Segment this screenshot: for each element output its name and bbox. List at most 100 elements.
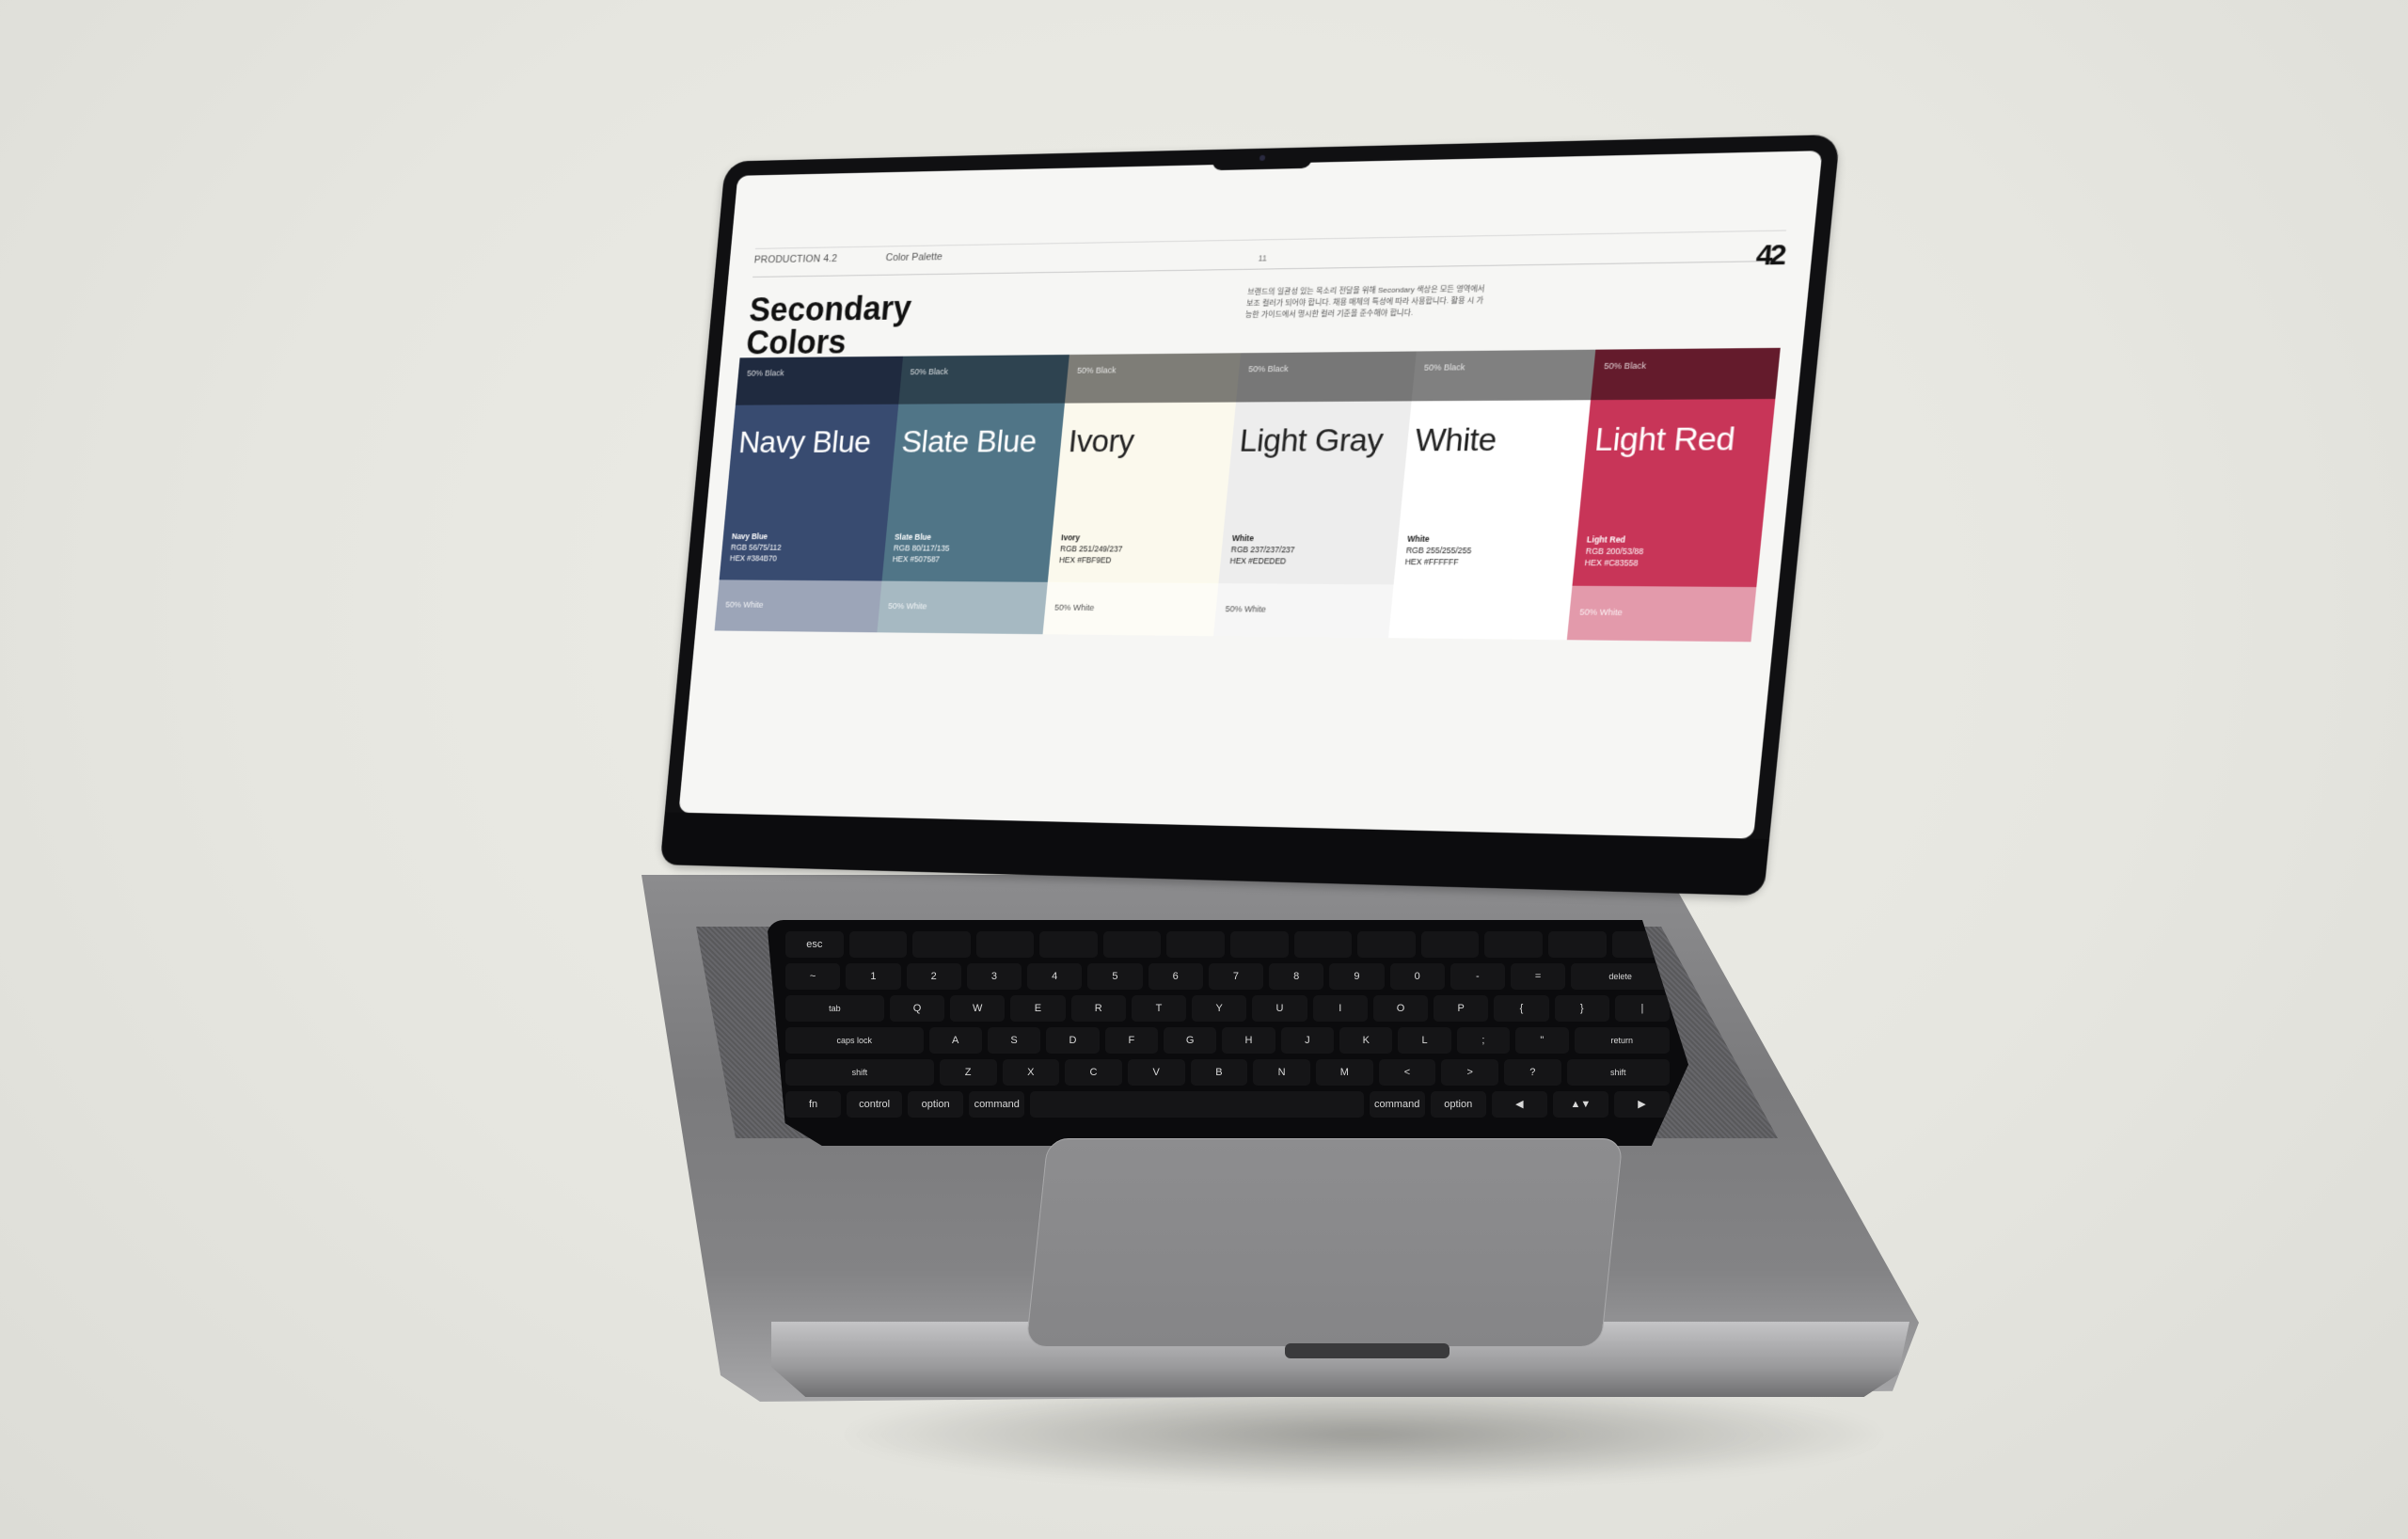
keyboard-key[interactable]: caps lock <box>785 1027 924 1054</box>
keyboard-key[interactable]: 6 <box>1149 963 1203 990</box>
keyboard-key[interactable]: N <box>1253 1059 1310 1086</box>
swatch-dark-label: 50% Black <box>1604 361 1647 372</box>
swatch-title: Navy Blue <box>737 424 873 460</box>
keyboard-key[interactable]: > <box>1441 1059 1498 1086</box>
swatch-light-tint: 50% White <box>877 581 1048 635</box>
keyboard-key[interactable]: G <box>1164 1027 1216 1054</box>
keyboard-key[interactable] <box>1166 931 1225 958</box>
keyboard-key[interactable]: 1 <box>846 963 900 990</box>
keyboard-key[interactable] <box>1421 931 1480 958</box>
keyboard-key[interactable]: 0 <box>1390 963 1445 990</box>
keyboard-key[interactable]: 3 <box>967 963 1022 990</box>
keyboard-key[interactable]: ▲▼ <box>1553 1091 1608 1118</box>
keyboard-key[interactable]: return <box>1575 1027 1670 1054</box>
trackpad[interactable] <box>1025 1138 1623 1347</box>
swatch-light-tint: 50% White <box>1567 586 1756 643</box>
keyboard-key[interactable]: tab <box>785 995 884 1022</box>
keyboard-key[interactable] <box>1039 931 1098 958</box>
keyboard-key[interactable]: T <box>1132 995 1186 1022</box>
keyboard-key[interactable] <box>976 931 1035 958</box>
keyboard-key[interactable]: K <box>1339 1027 1392 1054</box>
keyboard-key[interactable]: F <box>1105 1027 1158 1054</box>
swatch-hex: HEX #EDEDED <box>1229 555 1294 566</box>
swatch-info: Slate Blue RGB 80/117/135 HEX #507587 <box>892 532 951 565</box>
keyboard-key[interactable]: J <box>1281 1027 1334 1054</box>
swatch-hex: HEX #507587 <box>892 553 948 564</box>
keyboard-key[interactable]: control <box>847 1091 902 1118</box>
keyboard-key[interactable]: option <box>908 1091 963 1118</box>
keyboard-key[interactable]: P <box>1434 995 1488 1022</box>
keyboard-key[interactable]: Y <box>1192 995 1246 1022</box>
swatch-main-color: White White RGB 255/255/255 HEX #FFFFFF <box>1393 400 1591 585</box>
keyboard-key[interactable]: U <box>1252 995 1307 1022</box>
keyboard-key[interactable]: ~ <box>785 963 840 990</box>
keyboard-key[interactable]: shift <box>1567 1059 1670 1086</box>
keyboard-key[interactable]: S <box>988 1027 1040 1054</box>
swatch-rgb: RGB 237/237/237 <box>1230 544 1295 555</box>
keyboard-key[interactable]: H <box>1222 1027 1275 1054</box>
keyboard-key[interactable] <box>1294 931 1353 958</box>
keyboard-key[interactable]: } <box>1555 995 1609 1022</box>
keyboard-key[interactable]: L <box>1398 1027 1450 1054</box>
keyboard-key[interactable]: 7 <box>1209 963 1263 990</box>
swatch-dark-tint: 50% Black <box>1591 348 1780 400</box>
keyboard-row-qwerty: tab Q W E R T Y U I O P{} | <box>785 995 1670 1022</box>
keyboard-key[interactable]: delete <box>1571 963 1670 990</box>
keyboard-key[interactable]: ? <box>1504 1059 1561 1086</box>
swatch-dark-tint: 50% Black <box>736 357 903 405</box>
swatch-name: Navy Blue <box>732 531 784 542</box>
swatch-title: Ivory <box>1067 423 1135 460</box>
keyboard-key[interactable]: A <box>929 1027 982 1054</box>
keyboard-key[interactable]: option <box>1431 1091 1486 1118</box>
keyboard-key[interactable]: fn <box>785 1091 841 1118</box>
keyboard-key[interactable]: - <box>1450 963 1505 990</box>
section-label: Color Palette <box>885 251 943 263</box>
keyboard-key[interactable]: Z <box>940 1059 997 1086</box>
keyboard-key[interactable] <box>1548 931 1607 958</box>
swatch-light-tint <box>1388 584 1573 640</box>
keyboard-key[interactable]: shift <box>785 1059 934 1086</box>
keyboard-key[interactable]: < <box>1379 1059 1436 1086</box>
swatch-light-label: 50% White <box>1054 603 1095 612</box>
keyboard-key[interactable]: 9 <box>1329 963 1384 990</box>
keyboard-key[interactable]: C <box>1065 1059 1122 1086</box>
keyboard-key[interactable]: command <box>969 1091 1024 1118</box>
keyboard-key[interactable] <box>1230 931 1289 958</box>
keyboard-key[interactable]: D <box>1046 1027 1099 1054</box>
keyboard-key[interactable]: " <box>1515 1027 1568 1054</box>
keyboard-key[interactable]: I <box>1313 995 1368 1022</box>
keyboard-key[interactable] <box>849 931 908 958</box>
keyboard-key[interactable] <box>1103 931 1162 958</box>
keyboard-key[interactable]: O <box>1373 995 1428 1022</box>
swatch-rgb: RGB 251/249/237 <box>1060 543 1123 554</box>
keyboard-key[interactable]: 8 <box>1269 963 1323 990</box>
keyboard-key[interactable]: R <box>1071 995 1126 1022</box>
keyboard-key[interactable] <box>912 931 971 958</box>
keyboard-key[interactable] <box>1030 1091 1363 1118</box>
swatch-hex: HEX #384B70 <box>729 552 781 563</box>
keyboard-key[interactable]: ◀ <box>1492 1091 1547 1118</box>
swatch-info: Light Red RGB 200/53/88 HEX #C83558 <box>1584 533 1645 568</box>
keyboard-key[interactable]: Q <box>890 995 944 1022</box>
keyboard-key[interactable]: W <box>950 995 1005 1022</box>
swatch-info: Ivory RGB 251/249/237 HEX #FBF9ED <box>1058 532 1123 565</box>
keyboard-key[interactable]: V <box>1128 1059 1185 1086</box>
keyboard-key[interactable]: | <box>1615 995 1670 1022</box>
keyboard-key[interactable]: 2 <box>907 963 961 990</box>
keyboard-key[interactable]: X <box>1003 1059 1060 1086</box>
keyboard-key[interactable]: command <box>1370 1091 1425 1118</box>
keyboard-key[interactable]: E <box>1010 995 1065 1022</box>
swatch-name: White <box>1231 532 1296 544</box>
keyboard-key[interactable]: M <box>1316 1059 1373 1086</box>
keyboard-key[interactable] <box>1484 931 1543 958</box>
keyboard-key[interactable]: B <box>1191 1059 1248 1086</box>
keyboard-key[interactable]: { <box>1494 995 1548 1022</box>
keyboard-key[interactable]: ▶ <box>1614 1091 1670 1118</box>
keyboard-key[interactable]: 4 <box>1027 963 1082 990</box>
keyboard-key[interactable]: 5 <box>1087 963 1142 990</box>
color-swatch: 50% Black Navy Blue Navy Blue RGB 56/75/112… <box>715 357 903 633</box>
keyboard-key[interactable] <box>1357 931 1416 958</box>
keyboard-key[interactable]: ; <box>1457 1027 1510 1054</box>
keyboard-key[interactable]: = <box>1511 963 1565 990</box>
keyboard-key[interactable]: esc <box>785 931 844 958</box>
